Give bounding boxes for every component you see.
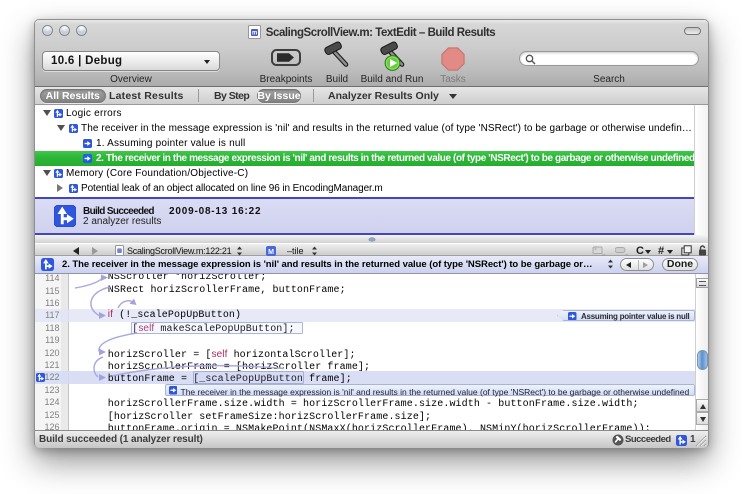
svg-text:M: M [268,249,274,256]
svg-text:m: m [252,31,257,37]
